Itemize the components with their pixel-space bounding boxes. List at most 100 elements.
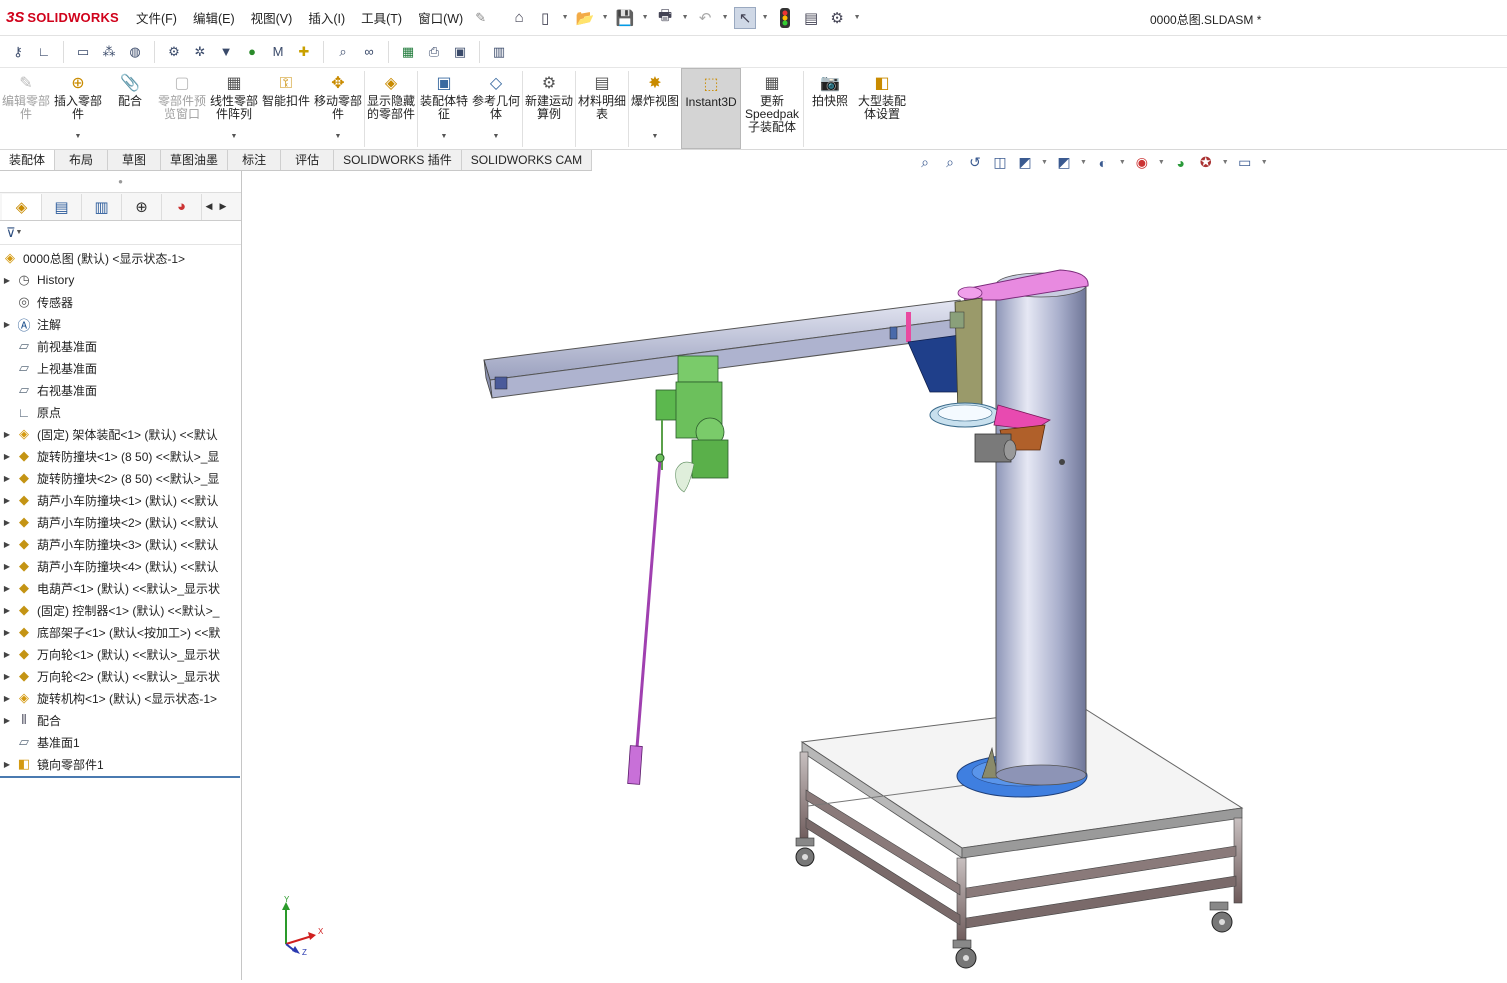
- menu-insert[interactable]: 插入(I): [300, 8, 353, 27]
- expand-arrow-icon[interactable]: ▶: [0, 694, 14, 703]
- excel-icon[interactable]: ▦: [398, 42, 418, 62]
- tab-evaluate[interactable]: 评估: [281, 150, 335, 170]
- chevron-left-icon[interactable]: ◀: [202, 201, 216, 212]
- solidworks-logo[interactable]: 3S SOLIDWORKS: [0, 9, 128, 26]
- chevron-down-icon[interactable]: ▼: [652, 130, 659, 143]
- monitor-icon[interactable]: ▭: [73, 42, 93, 62]
- cog-icon[interactable]: ✲: [190, 42, 210, 62]
- options-dropdown-icon[interactable]: ▼: [852, 14, 862, 21]
- expand-arrow-icon[interactable]: ▶: [0, 628, 14, 637]
- insert-components-button[interactable]: ⊕ 插入零部件 ▼: [52, 68, 104, 149]
- jib-crane-model[interactable]: [243, 171, 1507, 980]
- find-icon[interactable]: ⌕: [333, 42, 353, 62]
- exploded-view-button[interactable]: ✸ 爆炸视图 ▼: [629, 68, 681, 149]
- filter-icon[interactable]: ⊽: [6, 225, 16, 241]
- menu-file[interactable]: 文件(F): [128, 8, 185, 27]
- chevron-down-icon[interactable]: ▼: [493, 130, 500, 143]
- new-dropdown-icon[interactable]: ▼: [560, 14, 570, 21]
- tree-item[interactable]: ▶ ◆ 葫芦小车防撞块<1> (默认) <<默认: [0, 489, 241, 511]
- chevron-down-icon[interactable]: ▼: [335, 130, 342, 143]
- chevron-down-icon[interactable]: ▼: [75, 130, 82, 143]
- open-icon[interactable]: 📂: [574, 7, 596, 29]
- bom-icon[interactable]: M: [268, 42, 288, 62]
- new-motion-study-button[interactable]: ⚙ 新建运动算例: [523, 68, 575, 149]
- tab-markup[interactable]: 标注: [228, 150, 282, 170]
- component-preview-button[interactable]: ▢ 零部件预览窗口: [156, 68, 208, 149]
- new-document-icon[interactable]: ▯: [534, 7, 556, 29]
- tree-item[interactable]: ▶ ◆ 旋转防撞块<1> (8 50) <<默认>_显: [0, 445, 241, 467]
- chevron-down-icon[interactable]: ▼: [1158, 159, 1165, 166]
- printer-icon[interactable]: ⎙: [424, 42, 444, 62]
- menu-view[interactable]: 视图(V): [243, 8, 301, 27]
- rebuild-traffic-light-icon[interactable]: [774, 7, 796, 29]
- tab-sketch-ink[interactable]: 草图油墨: [161, 150, 229, 170]
- open-dropdown-icon[interactable]: ▼: [600, 14, 610, 21]
- tree-item[interactable]: ▶ ⫴ 配合: [0, 709, 241, 731]
- display-manager-tab-icon[interactable]: ◕: [162, 193, 202, 220]
- view-orientation-icon[interactable]: ◩: [1055, 154, 1073, 171]
- expand-arrow-icon[interactable]: ▶: [0, 606, 14, 615]
- home-icon[interactable]: ⌂: [508, 7, 530, 29]
- linear-pattern-button[interactable]: ▦ 线性零部件阵列 ▼: [208, 68, 260, 149]
- bill-of-materials-button[interactable]: ▤ 材料明细表: [576, 68, 628, 149]
- view-settings-icon[interactable]: ▭: [1236, 154, 1254, 171]
- dynamic-annotation-icon[interactable]: ◩: [1016, 154, 1034, 171]
- tree-item[interactable]: ▶ ◆ 旋转防撞块<2> (8 50) <<默认>_显: [0, 467, 241, 489]
- print-dropdown-icon[interactable]: ▼: [680, 14, 690, 21]
- edit-appearance-icon[interactable]: ◕: [1172, 155, 1190, 171]
- jib-beam[interactable]: [483, 299, 967, 399]
- instant3d-button[interactable]: ⬚ Instant3D: [681, 68, 741, 149]
- tab-cam[interactable]: SOLIDWORKS CAM: [462, 150, 593, 170]
- take-snapshot-button[interactable]: 📷 拍快照: [804, 68, 856, 149]
- undo-dropdown-icon[interactable]: ▼: [720, 14, 730, 21]
- mate-button[interactable]: 📎 配合: [104, 68, 156, 149]
- graphics-viewport[interactable]: Y X Z: [243, 171, 1507, 980]
- electric-hoist[interactable]: [655, 355, 729, 493]
- pendant-controller[interactable]: [627, 453, 665, 785]
- key-icon[interactable]: ⚷: [8, 42, 28, 62]
- tab-assembly[interactable]: 装配体: [0, 150, 56, 170]
- show-hidden-components-button[interactable]: ◈ 显示隐藏的零部件: [365, 68, 417, 149]
- assembly-features-button[interactable]: ▣ 装配体特征 ▼: [418, 68, 470, 149]
- chevron-down-icon[interactable]: ▼: [441, 130, 448, 143]
- edit-component-button[interactable]: ✎ 编辑零部件: [0, 68, 52, 149]
- property-manager-tab-icon[interactable]: ▤: [42, 193, 82, 220]
- tree-item[interactable]: ▶ ◆ 底部架子<1> (默认<按加工>) <<默: [0, 621, 241, 643]
- tree-item[interactable]: ▶ ◧ 镜向零部件1: [0, 753, 241, 775]
- expand-arrow-icon[interactable]: ▶: [0, 540, 14, 549]
- tree-item[interactable]: ▶ ◆ 万向轮<1> (默认) <<默认>_显示状: [0, 643, 241, 665]
- tab-addins[interactable]: SOLIDWORKS 插件: [334, 150, 462, 170]
- chevron-down-icon[interactable]: ▼: [1041, 159, 1048, 166]
- expand-arrow-icon[interactable]: ▶: [0, 672, 14, 681]
- expand-arrow-icon[interactable]: ▶: [0, 584, 14, 593]
- chevron-down-icon[interactable]: ▼: [16, 229, 23, 236]
- chevron-down-icon[interactable]: ▼: [1261, 159, 1268, 166]
- binoculars-icon[interactable]: ∞: [359, 42, 379, 62]
- smart-fasteners-button[interactable]: ⚿ 智能扣件: [260, 68, 312, 149]
- select-cursor-icon[interactable]: ↖: [734, 6, 757, 29]
- pin-icon[interactable]: ✎: [475, 10, 486, 26]
- configuration-manager-tab-icon[interactable]: ▥: [82, 193, 122, 220]
- options-gear-icon[interactable]: ⚙: [826, 7, 848, 29]
- expand-arrow-icon[interactable]: ▶: [0, 562, 14, 571]
- globe-icon[interactable]: ◍: [125, 42, 145, 62]
- tree-item[interactable]: ▶ ◷ History: [0, 269, 241, 291]
- tree-item[interactable]: ▶ ◆ 葫芦小车防撞块<3> (默认) <<默认: [0, 533, 241, 555]
- sketch-axis-icon[interactable]: ∟: [34, 42, 54, 62]
- network-icon[interactable]: ⁂: [99, 42, 119, 62]
- tree-item[interactable]: ▶ Ⓐ 注解: [0, 313, 241, 335]
- tab-sketch[interactable]: 草图: [108, 150, 162, 170]
- tree-item[interactable]: ▶ ◈ 旋转机构<1> (默认) <显示状态-1>: [0, 687, 241, 709]
- move-component-button[interactable]: ✥ 移动零部件 ▼: [312, 68, 364, 149]
- tree-item[interactable]: ▱ 右视基准面: [0, 379, 241, 401]
- tree-item[interactable]: ◎ 传感器: [0, 291, 241, 313]
- tree-item[interactable]: ▶ ◆ 电葫芦<1> (默认) <<默认>_显示状: [0, 577, 241, 599]
- tree-item[interactable]: ▶ ◆ 葫芦小车防撞块<2> (默认) <<默认: [0, 511, 241, 533]
- tree-item[interactable]: ▱ 基准面1: [0, 731, 241, 753]
- expand-arrow-icon[interactable]: ▶: [0, 474, 14, 483]
- undo-icon[interactable]: ↶: [694, 7, 716, 29]
- tree-item[interactable]: ∟ 原点: [0, 401, 241, 423]
- menu-edit[interactable]: 编辑(E): [185, 8, 243, 27]
- apply-scene-icon[interactable]: ✪: [1197, 154, 1215, 171]
- cup-icon[interactable]: ▼: [216, 42, 236, 62]
